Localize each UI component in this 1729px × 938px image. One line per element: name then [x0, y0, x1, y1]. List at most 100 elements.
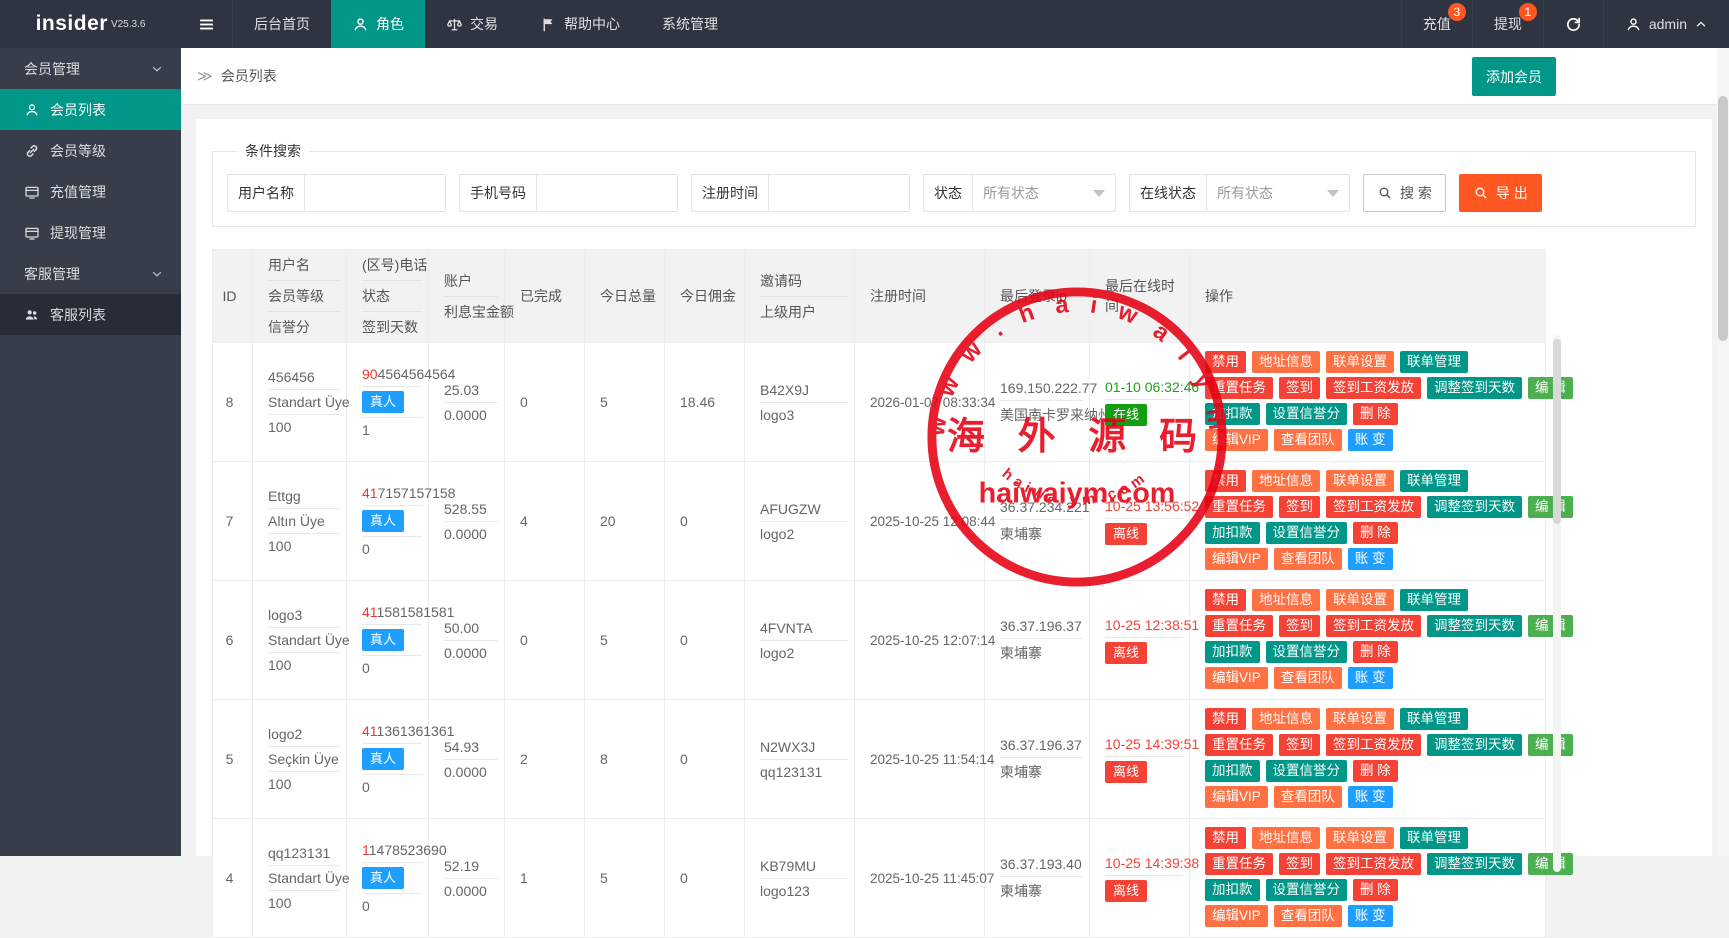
action-order-settings-button[interactable]: 联单设置	[1326, 708, 1394, 730]
nav-item-help-center[interactable]: 帮助中心	[519, 0, 641, 48]
action-delete-button[interactable]: 删 除	[1353, 879, 1398, 901]
nav-item-withdraw[interactable]: 提现1	[1472, 0, 1543, 48]
action-order-manage-button[interactable]: 联单管理	[1400, 589, 1468, 611]
action-sign-in-button[interactable]: 签到	[1279, 615, 1320, 637]
add-member-button[interactable]: 添加会员	[1472, 57, 1556, 96]
action-view-team-button[interactable]: 查看团队	[1274, 905, 1342, 927]
action-view-team-button[interactable]: 查看团队	[1274, 548, 1342, 570]
action-view-team-button[interactable]: 查看团队	[1274, 786, 1342, 808]
table-scrollbar-thumb[interactable]	[1553, 339, 1561, 524]
action-adjust-signin-days-button[interactable]: 调整签到天数	[1427, 615, 1522, 637]
action-order-settings-button[interactable]: 联单设置	[1326, 351, 1394, 373]
action-order-settings-button[interactable]: 联单设置	[1326, 470, 1394, 492]
action-account-change-button[interactable]: 账 变	[1348, 905, 1393, 927]
action-edit-vip-button[interactable]: 编辑VIP	[1205, 667, 1268, 689]
nav-item-trade[interactable]: 交易	[425, 0, 519, 48]
reg-time-input[interactable]	[769, 175, 909, 211]
user-menu[interactable]: admin	[1603, 0, 1729, 48]
page-scrollbar-thumb[interactable]	[1718, 96, 1728, 341]
nav-item-recharge[interactable]: 充值3	[1401, 0, 1472, 48]
action-address-info-button[interactable]: 地址信息	[1252, 589, 1320, 611]
action-adjust-signin-days-button[interactable]: 调整签到天数	[1427, 377, 1522, 399]
action-edit-button[interactable]: 编 辑	[1528, 377, 1573, 399]
status-select[interactable]: 所有状态	[973, 175, 1115, 211]
action-add-deduct-button[interactable]: 加扣款	[1205, 522, 1260, 544]
action-edit-button[interactable]: 编 辑	[1528, 496, 1573, 518]
phone-input[interactable]	[537, 175, 677, 211]
nav-item-system[interactable]: 系统管理	[641, 0, 739, 48]
action-add-deduct-button[interactable]: 加扣款	[1205, 641, 1260, 663]
action-edit-button[interactable]: 编 辑	[1528, 734, 1573, 756]
action-set-credit-button[interactable]: 设置信誉分	[1266, 522, 1348, 544]
action-signin-salary-button[interactable]: 签到工资发放	[1326, 853, 1421, 875]
action-add-deduct-button[interactable]: 加扣款	[1205, 760, 1260, 782]
export-button[interactable]: 导 出	[1459, 174, 1542, 212]
action-disable-button[interactable]: 禁用	[1205, 470, 1246, 492]
action-address-info-button[interactable]: 地址信息	[1252, 708, 1320, 730]
action-reset-task-button[interactable]: 重置任务	[1205, 377, 1273, 399]
sidebar-item-recharge-management[interactable]: 充值管理	[0, 171, 181, 212]
sidebar-item-member-list[interactable]: 会员列表	[0, 89, 181, 130]
action-edit-vip-button[interactable]: 编辑VIP	[1205, 905, 1268, 927]
action-adjust-signin-days-button[interactable]: 调整签到天数	[1427, 853, 1522, 875]
action-order-manage-button[interactable]: 联单管理	[1400, 470, 1468, 492]
table-scrollbar[interactable]	[1553, 335, 1561, 872]
username-input[interactable]	[305, 175, 445, 211]
action-account-change-button[interactable]: 账 变	[1348, 548, 1393, 570]
action-delete-button[interactable]: 删 除	[1353, 522, 1398, 544]
action-order-settings-button[interactable]: 联单设置	[1326, 827, 1394, 849]
action-account-change-button[interactable]: 账 变	[1348, 429, 1393, 451]
action-disable-button[interactable]: 禁用	[1205, 589, 1246, 611]
action-add-deduct-button[interactable]: 加扣款	[1205, 879, 1260, 901]
nav-item-home[interactable]: 后台首页	[233, 0, 331, 48]
action-sign-in-button[interactable]: 签到	[1279, 734, 1320, 756]
action-edit-button[interactable]: 编 辑	[1528, 853, 1573, 875]
sidebar-group-service-management[interactable]: 客服管理	[0, 253, 181, 294]
action-sign-in-button[interactable]: 签到	[1279, 496, 1320, 518]
action-set-credit-button[interactable]: 设置信誉分	[1266, 403, 1348, 425]
sidebar-item-member-level[interactable]: 会员等级	[0, 130, 181, 171]
search-button[interactable]: 搜 索	[1363, 174, 1446, 212]
page-scrollbar[interactable]	[1717, 48, 1729, 856]
action-address-info-button[interactable]: 地址信息	[1252, 351, 1320, 373]
action-disable-button[interactable]: 禁用	[1205, 351, 1246, 373]
action-edit-vip-button[interactable]: 编辑VIP	[1205, 786, 1268, 808]
action-delete-button[interactable]: 删 除	[1353, 641, 1398, 663]
sidebar-item-withdraw-management[interactable]: 提现管理	[0, 212, 181, 253]
action-sign-in-button[interactable]: 签到	[1279, 377, 1320, 399]
action-address-info-button[interactable]: 地址信息	[1252, 470, 1320, 492]
action-set-credit-button[interactable]: 设置信誉分	[1266, 641, 1348, 663]
action-order-manage-button[interactable]: 联单管理	[1400, 827, 1468, 849]
action-set-credit-button[interactable]: 设置信誉分	[1266, 760, 1348, 782]
action-view-team-button[interactable]: 查看团队	[1274, 667, 1342, 689]
action-account-change-button[interactable]: 账 变	[1348, 786, 1393, 808]
action-reset-task-button[interactable]: 重置任务	[1205, 734, 1273, 756]
action-order-manage-button[interactable]: 联单管理	[1400, 351, 1468, 373]
action-adjust-signin-days-button[interactable]: 调整签到天数	[1427, 734, 1522, 756]
nav-item-role[interactable]: 角色	[331, 0, 425, 48]
collapse-menu-button[interactable]	[181, 0, 233, 48]
action-sign-in-button[interactable]: 签到	[1279, 853, 1320, 875]
online-status-select[interactable]: 所有状态	[1207, 175, 1349, 211]
action-set-credit-button[interactable]: 设置信誉分	[1266, 879, 1348, 901]
action-disable-button[interactable]: 禁用	[1205, 708, 1246, 730]
action-view-team-button[interactable]: 查看团队	[1274, 429, 1342, 451]
action-signin-salary-button[interactable]: 签到工资发放	[1326, 615, 1421, 637]
action-disable-button[interactable]: 禁用	[1205, 827, 1246, 849]
action-order-settings-button[interactable]: 联单设置	[1326, 589, 1394, 611]
action-delete-button[interactable]: 删 除	[1353, 760, 1398, 782]
sidebar-item-service-list[interactable]: 客服列表	[0, 294, 181, 335]
action-order-manage-button[interactable]: 联单管理	[1400, 708, 1468, 730]
action-reset-task-button[interactable]: 重置任务	[1205, 853, 1273, 875]
action-address-info-button[interactable]: 地址信息	[1252, 827, 1320, 849]
action-signin-salary-button[interactable]: 签到工资发放	[1326, 734, 1421, 756]
action-edit-button[interactable]: 编 辑	[1528, 615, 1573, 637]
action-edit-vip-button[interactable]: 编辑VIP	[1205, 548, 1268, 570]
refresh-button[interactable]	[1543, 0, 1603, 48]
action-edit-vip-button[interactable]: 编辑VIP	[1205, 429, 1268, 451]
action-signin-salary-button[interactable]: 签到工资发放	[1326, 496, 1421, 518]
sidebar-group-member-management[interactable]: 会员管理	[0, 48, 181, 89]
action-reset-task-button[interactable]: 重置任务	[1205, 615, 1273, 637]
action-delete-button[interactable]: 删 除	[1353, 403, 1398, 425]
action-adjust-signin-days-button[interactable]: 调整签到天数	[1427, 496, 1522, 518]
